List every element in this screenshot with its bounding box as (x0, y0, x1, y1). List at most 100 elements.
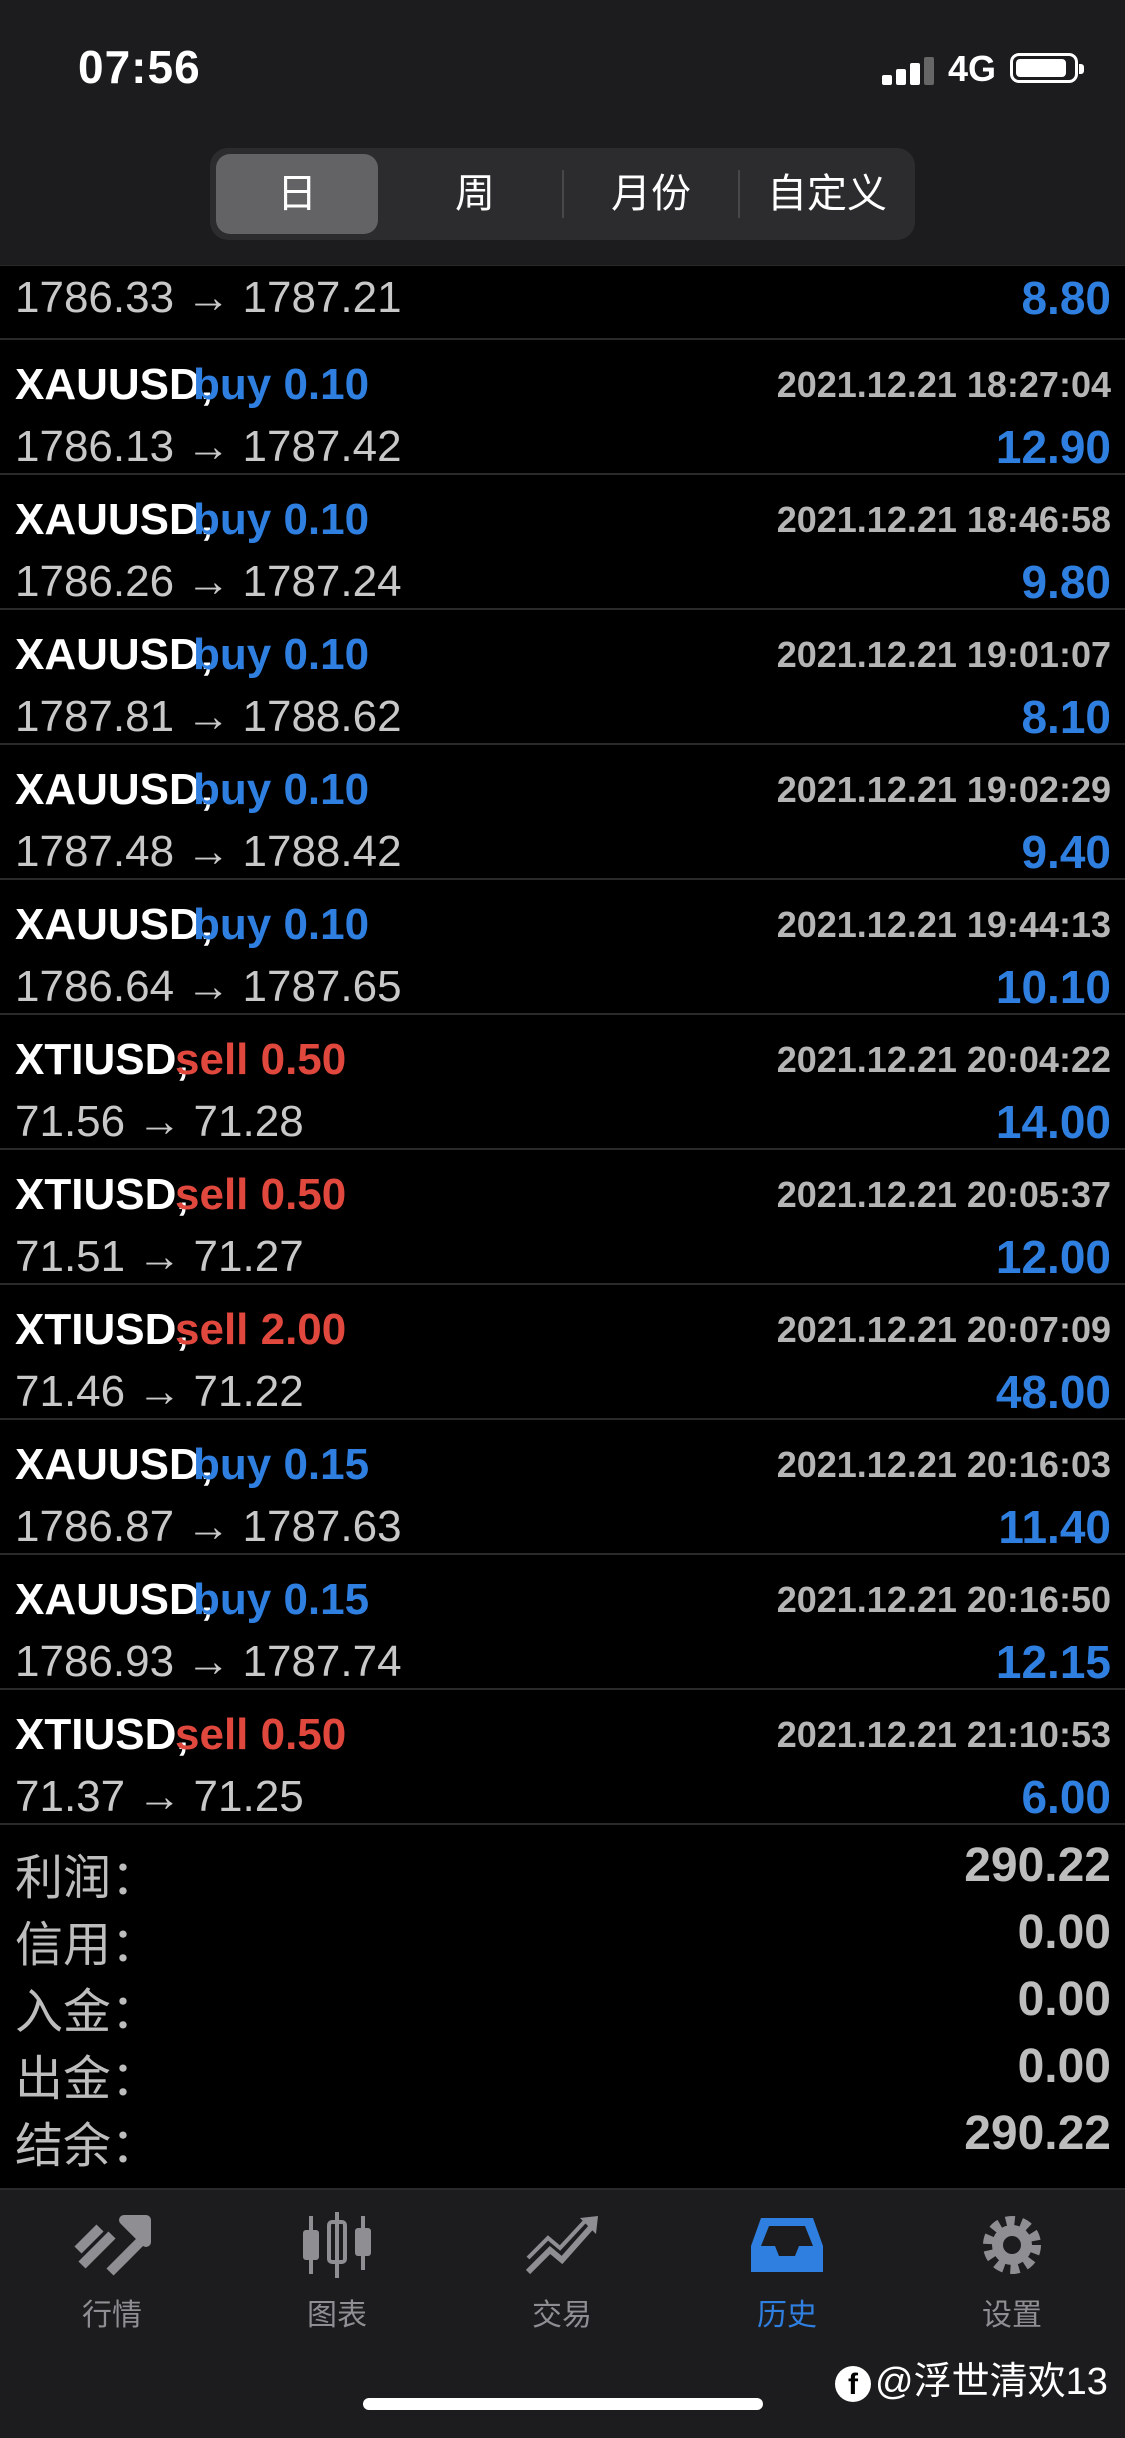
trade-profit: 9.80 (1021, 556, 1111, 608)
trade-side: sell 0.50 (175, 1170, 347, 1219)
trade-prices: 1786.87 → 1787.63 (15, 1502, 402, 1551)
trade-profit: 8.80 (1021, 272, 1111, 324)
trade-side: buy 0.10 (193, 360, 370, 409)
tab-chart[interactable]: 图表 (277, 2210, 397, 2334)
trade-symbol: XAUUSD, (15, 360, 214, 409)
trade-side: sell 0.50 (175, 1035, 347, 1084)
tab-month[interactable]: 月份 (566, 148, 736, 240)
trade-row[interactable]: XTIUSD, sell 0.50 2021.12.21 20:05:37 71… (0, 1150, 1125, 1285)
tab-trade[interactable]: 交易 (502, 2210, 622, 2334)
trade-profit: 8.10 (1021, 691, 1111, 743)
summary-profit: 利润： 290.22 (0, 1830, 1125, 1905)
trade-profit: 12.90 (995, 421, 1111, 473)
trade-row[interactable]: XTIUSD, sell 0.50 2021.12.21 21:10:53 71… (0, 1690, 1125, 1825)
tab-week[interactable]: 周 (390, 148, 560, 240)
watermark: f @浮世清欢13 (835, 2350, 1108, 2405)
battery-icon (1010, 53, 1084, 83)
trade-symbol: XAUUSD, (15, 900, 214, 949)
segment-divider (562, 170, 564, 218)
trade-row[interactable]: XAUUSD, buy 0.10 2021.12.21 19:02:29 178… (0, 745, 1125, 880)
trade-time: 2021.12.21 20:16:50 (776, 1579, 1111, 1620)
trade-time: 2021.12.21 18:27:04 (776, 364, 1111, 405)
summary-value: 0.00 (1017, 2040, 1111, 2093)
trade-profit: 48.00 (995, 1366, 1111, 1418)
trade-time: 2021.12.21 19:44:13 (776, 904, 1111, 945)
trade-time: 2021.12.21 20:07:09 (776, 1309, 1111, 1350)
trade-side: sell 2.00 (175, 1305, 347, 1354)
cellular-signal-icon (882, 55, 942, 85)
summary-label: 结余： (15, 2120, 160, 2173)
trade-icon (525, 2216, 598, 2275)
trade-prices: 1786.64 → 1787.65 (15, 962, 402, 1011)
trade-profit: 14.00 (995, 1096, 1111, 1148)
trade-prices: 71.51 → 71.27 (15, 1232, 304, 1281)
trade-side: buy 0.15 (193, 1440, 370, 1489)
status-time: 07:56 (78, 41, 201, 93)
trade-profit: 6.00 (1021, 1771, 1111, 1823)
trade-row[interactable]: XAUUSD, buy 0.10 2021.12.21 18:27:04 178… (0, 340, 1125, 475)
trade-row[interactable]: 1786.33 → 1787.21 8.80 (0, 265, 1125, 340)
facebook-icon: f (835, 2365, 871, 2402)
trade-time: 2021.12.21 21:10:53 (776, 1714, 1111, 1755)
trade-time: 2021.12.21 18:46:58 (776, 499, 1111, 540)
trade-symbol: XAUUSD, (15, 1575, 214, 1624)
account-summary: 利润： 290.22 信用： 0.00 入金： 0.00 出金： 0.00 结余… (0, 1830, 1125, 2173)
trade-prices: 1786.93 → 1787.74 (15, 1637, 402, 1686)
trade-symbol: XAUUSD, (15, 765, 214, 814)
tab-history[interactable]: 历史 (727, 2210, 847, 2334)
trade-time: 2021.12.21 19:02:29 (776, 769, 1111, 810)
trade-prices: 1786.33 → 1787.21 (15, 273, 402, 322)
trade-row[interactable]: XAUUSD, buy 0.10 2021.12.21 18:46:58 178… (0, 475, 1125, 610)
trade-symbol: XAUUSD, (15, 1440, 214, 1489)
trade-symbol: XAUUSD, (15, 630, 214, 679)
history-header: 日 周 月份 自定义 (0, 140, 1125, 266)
tab-day[interactable]: 日 (216, 154, 378, 234)
home-indicator[interactable] (363, 2398, 763, 2410)
chart-icon (303, 2212, 371, 2278)
trade-prices: 71.46 → 71.22 (15, 1367, 304, 1416)
trade-row[interactable]: XAUUSD, buy 0.10 2021.12.21 19:44:13 178… (0, 880, 1125, 1015)
summary-credit: 信用： 0.00 (0, 1897, 1125, 1972)
trade-side: buy 0.10 (193, 630, 370, 679)
trade-time: 2021.12.21 20:04:22 (776, 1039, 1111, 1080)
quotes-icon (74, 2215, 151, 2276)
trade-prices: 71.56 → 71.28 (15, 1097, 304, 1146)
history-icon (751, 2218, 823, 2272)
summary-value: 0.00 (1017, 1906, 1111, 1959)
trade-side: buy 0.10 (193, 900, 370, 949)
trade-symbol: XTIUSD, (15, 1710, 189, 1759)
trade-row[interactable]: XAUUSD, buy 0.10 2021.12.21 19:01:07 178… (0, 610, 1125, 745)
trade-prices: 71.37 → 71.25 (15, 1772, 304, 1821)
trade-prices: 1786.13 → 1787.42 (15, 422, 402, 471)
trade-time: 2021.12.21 20:05:37 (776, 1174, 1111, 1215)
trade-side: sell 0.50 (175, 1710, 347, 1759)
trade-prices: 1786.26 → 1787.24 (15, 557, 402, 606)
segment-divider (738, 170, 740, 218)
trade-prices: 1787.81 → 1788.62 (15, 692, 402, 741)
tab-label: 行情 (82, 2299, 142, 2332)
tab-label: 图表 (307, 2299, 367, 2332)
trade-symbol: XTIUSD, (15, 1035, 189, 1084)
trade-row[interactable]: XTIUSD, sell 2.00 2021.12.21 20:07:09 71… (0, 1285, 1125, 1420)
trade-profit: 12.15 (995, 1636, 1111, 1688)
tab-settings[interactable]: 设置 (952, 2210, 1072, 2334)
trade-prices: 1787.48 → 1788.42 (15, 827, 402, 876)
trade-row[interactable]: XTIUSD, sell 0.50 2021.12.21 20:04:22 71… (0, 1015, 1125, 1150)
summary-withdrawal: 出金： 0.00 (0, 2031, 1125, 2106)
watermark-text: @浮世清欢13 (875, 2361, 1108, 2403)
tab-label: 交易 (532, 2299, 592, 2332)
trade-time: 2021.12.21 19:01:07 (776, 634, 1111, 675)
settings-icon (983, 2216, 1041, 2274)
tab-quotes[interactable]: 行情 (52, 2210, 172, 2334)
trade-profit: 9.40 (1021, 826, 1111, 878)
tab-custom[interactable]: 自定义 (742, 148, 912, 240)
trade-row[interactable]: XAUUSD, buy 0.15 2021.12.21 20:16:50 178… (0, 1555, 1125, 1690)
trade-row[interactable]: XAUUSD, buy 0.15 2021.12.21 20:16:03 178… (0, 1420, 1125, 1555)
trade-symbol: XTIUSD, (15, 1305, 189, 1354)
trade-history-list: 1786.33 → 1787.21 8.80 XAUUSD, buy 0.10 … (0, 265, 1125, 1825)
trade-side: buy 0.10 (193, 495, 370, 544)
trade-symbol: XTIUSD, (15, 1170, 189, 1219)
status-bar: 07:56 4G (0, 0, 1125, 140)
summary-deposit: 入金： 0.00 (0, 1964, 1125, 2039)
summary-value: 290.22 (964, 2107, 1111, 2160)
